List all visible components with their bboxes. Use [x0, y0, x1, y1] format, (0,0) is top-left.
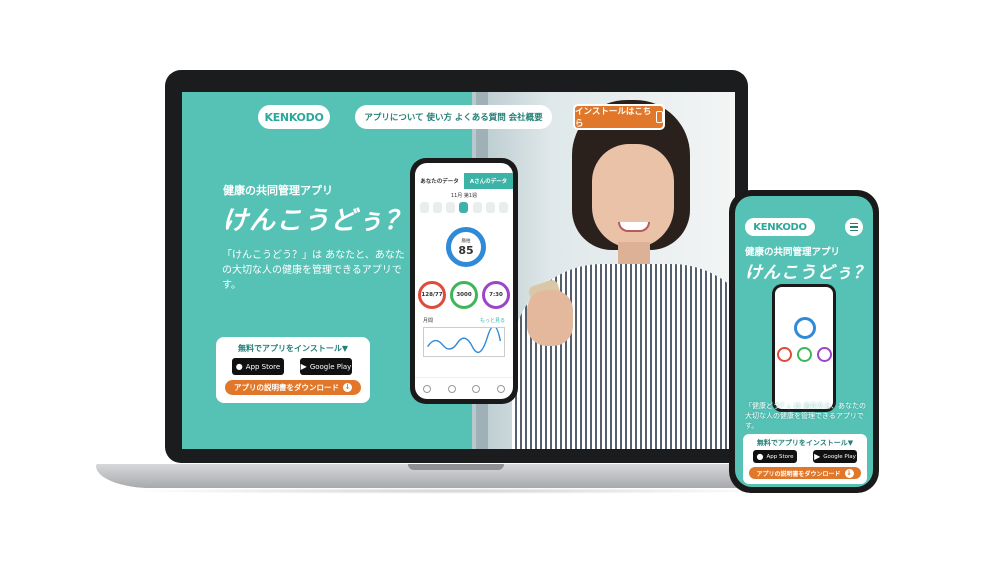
nav-item-usage[interactable]: 使い方	[426, 111, 452, 123]
tab-other-data: Aさんのデータ	[464, 173, 513, 189]
menu-icon[interactable]	[845, 218, 863, 236]
hero-description: 「健康どう？」は あなたと、あなたの大切な人の健康を管理できるアプリです。	[745, 402, 866, 430]
play-icon: ▶	[300, 362, 307, 371]
graph-more-link: もっと見る	[479, 318, 505, 324]
hero-title: けんこうどぅ？	[745, 263, 871, 283]
apple-icon: ●	[756, 452, 764, 461]
install-cta-label: 無料でアプリをインストール▼	[238, 344, 348, 353]
install-button-label: インストールはこちら	[575, 107, 652, 129]
app-mockup-phone	[772, 284, 836, 412]
app-mockup-screen	[775, 287, 833, 409]
tab-my-data: あなたのデータ	[415, 173, 464, 189]
hero-description: 「けんこうどう？」は あなたと、あなたの大切な人の健康を管理できるアプリです。	[222, 250, 405, 291]
hero-title: けんこうどぅ？	[222, 206, 412, 236]
app-bottom-nav	[415, 377, 513, 399]
download-icon: ↓	[844, 468, 854, 478]
download-icon: ↓	[343, 383, 352, 392]
laptop-notch	[408, 464, 504, 470]
app-mockup-screen: あなたのデータ Aさんのデータ 11月 第1週 脈拍 85 128/77 300…	[415, 163, 513, 399]
google-play-badge[interactable]: ▶ Google Play	[300, 358, 352, 375]
logo[interactable]: KENKODO	[745, 218, 815, 236]
sleep-ring: 7:30	[482, 281, 510, 309]
download-manual-button[interactable]: アプリの説明書をダウンロード ↓	[749, 467, 861, 479]
graph-label: 月間	[423, 318, 434, 324]
google-play-badge[interactable]: ▶ Google Play	[813, 450, 857, 463]
app-store-badge[interactable]: ● App Store	[232, 358, 284, 375]
logo[interactable]: KENKODO	[258, 105, 330, 129]
install-cta-card: 無料でアプリをインストール▼ ● App Store ▶ Google Play…	[743, 434, 867, 484]
pulse-ring: 脈拍 85	[446, 227, 486, 267]
smartphone-icon	[656, 111, 663, 123]
hero-eyebrow: 健康の共同管理アプリ	[745, 247, 841, 258]
main-nav: アプリについて 使い方 よくある質問 会社概要	[355, 105, 552, 129]
nav-item-about[interactable]: アプリについて	[364, 111, 423, 123]
app-mockup-phone: あなたのデータ Aさんのデータ 11月 第1週 脈拍 85 128/77 300…	[410, 158, 518, 404]
hero-eyebrow: 健康の共同管理アプリ	[223, 184, 333, 197]
nav-item-company[interactable]: 会社概要	[509, 111, 543, 123]
install-button[interactable]: インストールはこちら	[573, 104, 665, 130]
apple-icon: ●	[235, 362, 243, 371]
laptop-screen: KENKODO アプリについて 使い方 よくある質問 会社概要 インストールはこ…	[182, 92, 735, 449]
install-cta-card: 無料でアプリをインストール▼ ● App Store ▶ Google Play…	[216, 337, 370, 403]
app-store-badge[interactable]: ● App Store	[753, 450, 797, 463]
blood-pressure-ring: 128/77	[418, 281, 446, 309]
download-manual-button[interactable]: アプリの説明書をダウンロード ↓	[225, 380, 361, 395]
monthly-graph	[423, 327, 505, 357]
play-icon: ▶	[814, 452, 821, 461]
week-label: 11月 第1週	[450, 193, 478, 199]
day-selector	[415, 199, 513, 216]
steps-ring: 3000	[450, 281, 478, 309]
nav-item-faq[interactable]: よくある質問	[455, 111, 506, 123]
smartphone-screen: KENKODO 健康の共同管理アプリ けんこうどぅ？ 「健康どう？」は あなたと…	[735, 196, 873, 487]
install-cta-label: 無料でアプリをインストール▼	[756, 439, 854, 447]
smartphone-frame: KENKODO 健康の共同管理アプリ けんこうどぅ？ 「健康どう？」は あなたと…	[729, 190, 879, 493]
